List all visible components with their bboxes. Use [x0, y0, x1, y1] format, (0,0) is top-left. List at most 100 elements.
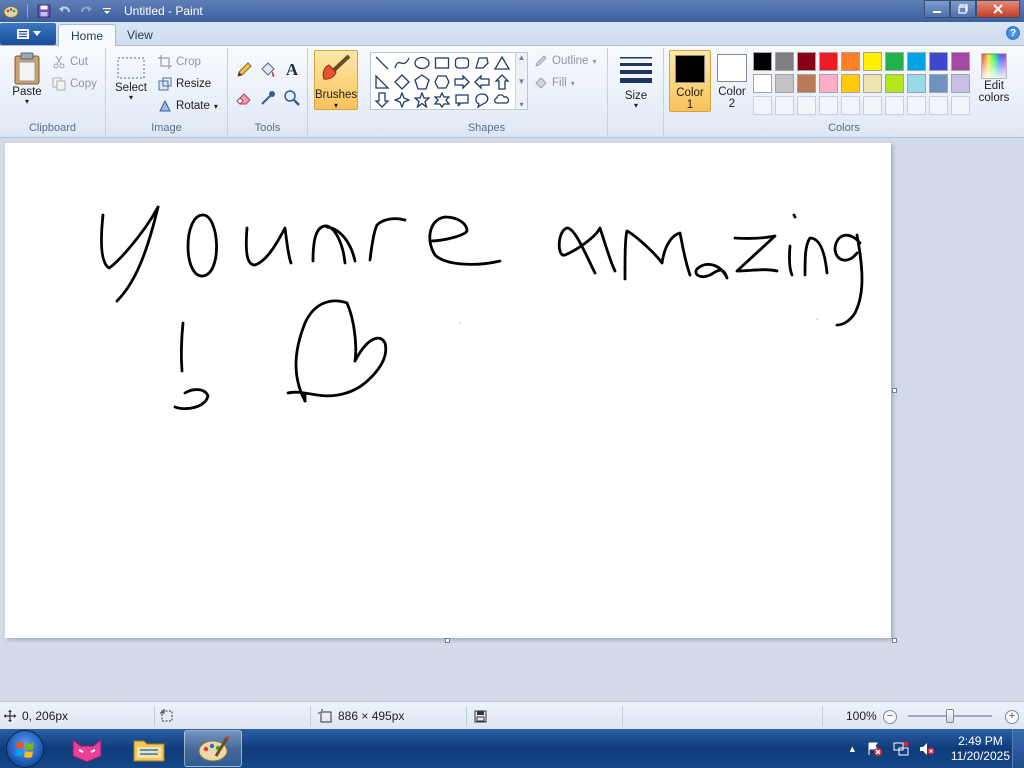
- resize-handle-bottom[interactable]: [445, 638, 450, 643]
- triangle-shape-icon[interactable]: [493, 54, 511, 72]
- work-area[interactable]: [0, 139, 1024, 701]
- custom-color-slot[interactable]: [753, 96, 772, 115]
- palette-swatch[interactable]: [885, 74, 904, 93]
- custom-color-slot[interactable]: [797, 96, 816, 115]
- line-shape-icon[interactable]: [373, 54, 391, 72]
- drawing-canvas[interactable]: [5, 143, 891, 638]
- palette-swatch[interactable]: [863, 74, 882, 93]
- polygon-shape-icon[interactable]: [473, 54, 491, 72]
- custom-color-slot[interactable]: [885, 96, 904, 115]
- hexagon-shape-icon[interactable]: [433, 73, 451, 91]
- outline-button[interactable]: Outline ▾: [534, 51, 596, 71]
- zoom-out-button[interactable]: −: [883, 710, 897, 724]
- rounded-callout-shape-icon[interactable]: [453, 91, 471, 109]
- five-point-star-shape-icon[interactable]: [413, 91, 431, 109]
- palette-swatch[interactable]: [841, 52, 860, 71]
- undo-icon[interactable]: [56, 2, 74, 20]
- palette-swatch[interactable]: [907, 74, 926, 93]
- minimize-button[interactable]: [924, 0, 950, 18]
- palette-swatch[interactable]: [907, 52, 926, 71]
- magnifier-icon[interactable]: [281, 88, 303, 108]
- select-button[interactable]: Select ▾: [114, 56, 148, 102]
- show-desktop-button[interactable]: [1012, 729, 1024, 768]
- customize-toolbar-icon[interactable]: [98, 2, 116, 20]
- custom-color-slot[interactable]: [863, 96, 882, 115]
- diamond-shape-icon[interactable]: [393, 73, 411, 91]
- six-point-star-shape-icon[interactable]: [433, 91, 451, 109]
- custom-color-slot[interactable]: [841, 96, 860, 115]
- palette-swatch[interactable]: [753, 74, 772, 93]
- palette-swatch[interactable]: [775, 74, 794, 93]
- palette-swatch[interactable]: [797, 74, 816, 93]
- help-icon[interactable]: ?: [1006, 26, 1020, 40]
- start-button[interactable]: [6, 730, 44, 768]
- rounded-rectangle-shape-icon[interactable]: [453, 54, 471, 72]
- palette-swatch[interactable]: [929, 52, 948, 71]
- palette-swatch[interactable]: [819, 52, 838, 71]
- right-arrow-shape-icon[interactable]: [453, 73, 471, 91]
- tab-home[interactable]: Home: [58, 24, 117, 46]
- scroll-down-icon[interactable]: ▼: [518, 77, 526, 86]
- left-arrow-shape-icon[interactable]: [473, 73, 491, 91]
- color-picker-icon[interactable]: [257, 88, 279, 108]
- palette-swatch[interactable]: [841, 74, 860, 93]
- paste-button[interactable]: Paste ▾: [8, 52, 46, 106]
- right-triangle-shape-icon[interactable]: [373, 73, 391, 91]
- pentagon-shape-icon[interactable]: [413, 73, 431, 91]
- zoom-in-button[interactable]: +: [1005, 710, 1019, 724]
- copy-button[interactable]: Copy: [52, 74, 97, 94]
- action-center-icon[interactable]: [867, 741, 883, 757]
- close-button[interactable]: [976, 0, 1020, 18]
- down-arrow-shape-icon[interactable]: [373, 91, 391, 109]
- color2-button[interactable]: Color 2: [711, 50, 753, 112]
- custom-color-slot[interactable]: [775, 96, 794, 115]
- edit-colors-button[interactable]: Edit colors: [974, 52, 1014, 104]
- tab-view[interactable]: View: [115, 24, 165, 46]
- resize-handle-corner[interactable]: [892, 638, 897, 643]
- resize-handle-right[interactable]: [892, 388, 897, 393]
- palette-swatch[interactable]: [775, 52, 794, 71]
- resize-button[interactable]: Resize: [158, 74, 211, 94]
- fill-button[interactable]: Fill ▾: [534, 73, 575, 93]
- redo-icon[interactable]: [77, 2, 95, 20]
- paint-app-icon[interactable]: [2, 2, 20, 20]
- expand-gallery-icon[interactable]: ▾: [519, 100, 523, 109]
- taskbar-app-explorer[interactable]: [120, 730, 178, 767]
- taskbar-app-cat[interactable]: [58, 730, 116, 767]
- palette-swatch[interactable]: [929, 74, 948, 93]
- brushes-button[interactable]: Brushes ▾: [314, 50, 358, 110]
- paint-menu-button[interactable]: [0, 23, 56, 45]
- up-arrow-shape-icon[interactable]: [493, 73, 511, 91]
- four-point-star-shape-icon[interactable]: [393, 91, 411, 109]
- palette-swatch[interactable]: [885, 52, 904, 71]
- clock[interactable]: 2:49 PM 11/20/2025: [951, 734, 1010, 764]
- taskbar-app-paint[interactable]: [184, 730, 242, 767]
- palette-swatch[interactable]: [819, 74, 838, 93]
- palette-swatch[interactable]: [797, 52, 816, 71]
- palette-swatch[interactable]: [951, 74, 970, 93]
- custom-color-slot[interactable]: [907, 96, 926, 115]
- cloud-callout-shape-icon[interactable]: [493, 91, 511, 109]
- cut-button[interactable]: Cut: [52, 52, 88, 72]
- palette-swatch[interactable]: [951, 52, 970, 71]
- palette-swatch[interactable]: [863, 52, 882, 71]
- zoom-slider-thumb[interactable]: [946, 709, 954, 723]
- oval-callout-shape-icon[interactable]: [473, 91, 491, 109]
- volume-muted-icon[interactable]: [919, 741, 935, 757]
- text-tool-icon[interactable]: A: [281, 60, 303, 80]
- palette-swatch[interactable]: [753, 52, 772, 71]
- pencil-icon[interactable]: [233, 60, 255, 80]
- curve-shape-icon[interactable]: [393, 54, 411, 72]
- crop-button[interactable]: Crop: [158, 52, 201, 72]
- scroll-up-icon[interactable]: ▲: [518, 53, 526, 62]
- show-hidden-icons-icon[interactable]: ▲: [848, 744, 857, 754]
- network-icon[interactable]: [893, 741, 909, 757]
- custom-color-slot[interactable]: [951, 96, 970, 115]
- maximize-button[interactable]: [950, 0, 976, 18]
- oval-shape-icon[interactable]: [413, 54, 431, 72]
- rotate-button[interactable]: Rotate ▾: [158, 96, 218, 116]
- fill-bucket-icon[interactable]: [257, 60, 279, 80]
- save-icon[interactable]: [35, 2, 53, 20]
- custom-color-slot[interactable]: [819, 96, 838, 115]
- shapes-scrollbar[interactable]: ▲ ▼ ▾: [515, 53, 527, 109]
